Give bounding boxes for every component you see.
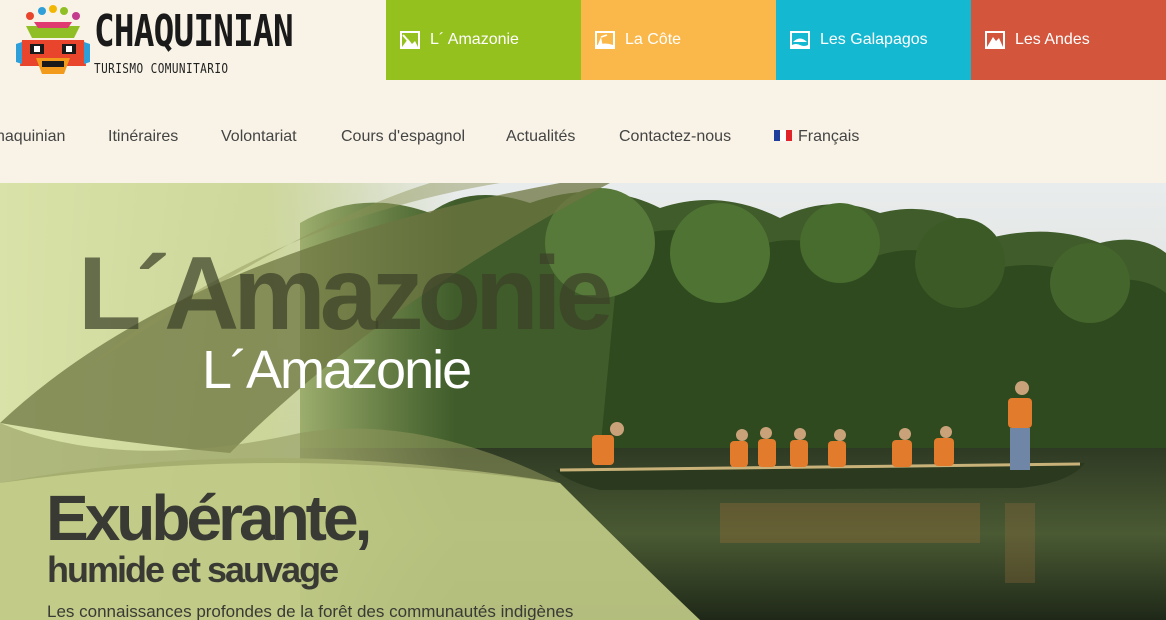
nav-item-chaquinian[interactable]: haquinian [0,128,65,146]
hero-banner: L´Amazonie L´Amazonie Exubérante, humide… [0,183,1166,620]
language-label: Français [798,128,860,145]
logo-subtitle: TURISMO COMUNITARIO [94,62,229,77]
nav-item-volontariat[interactable]: Volontariat [221,128,297,146]
nav-item-contact[interactable]: Contactez-nous [619,128,731,146]
hero-title: L´Amazonie [202,340,472,400]
hero-watermark: L´Amazonie [78,236,613,352]
tab-amazonie[interactable]: L´ Amazonie [386,0,581,80]
nav-item-cours-espagnol[interactable]: Cours d'espagnol [341,128,465,146]
nav-item-itineraires[interactable]: Itinéraires [108,128,178,146]
tab-galapagos[interactable]: Les Galapagos [776,0,971,80]
site-header: CHAQUINIAN TURISMO COMUNITARIO L´ Amazon… [0,0,1166,80]
logo-title: CHAQUINIAN [94,6,294,57]
main-nav: haquinian Itinéraires Volontariat Cours … [0,80,1166,183]
logo[interactable]: CHAQUINIAN TURISMO COMUNITARIO [16,4,294,82]
tab-galapagos-label: Les Galapagos [820,31,928,48]
tab-cote[interactable]: La Côte [581,0,776,80]
coast-icon [595,31,615,49]
tab-cote-label: La Côte [625,31,682,48]
nav-item-actualites[interactable]: Actualités [506,128,575,146]
language-selector[interactable]: Français [774,128,859,146]
hero-subheadline: humide et sauvage [47,549,339,590]
tab-andes-label: Les Andes [1015,31,1090,48]
tab-amazonie-label: L´ Amazonie [430,31,519,48]
hero-headline: Exubérante, [46,482,372,554]
hero-description: Les connaissances profondes de la forêt … [47,602,574,620]
tab-andes[interactable]: Les Andes [971,0,1166,80]
mountain-icon [985,31,1005,49]
landscape-icon [400,31,420,49]
island-icon [790,31,810,49]
region-tabs: L´ Amazonie La Côte Les Galapagos Les An… [386,0,1166,80]
logo-mask-icon [16,5,90,74]
french-flag-icon [774,130,792,141]
